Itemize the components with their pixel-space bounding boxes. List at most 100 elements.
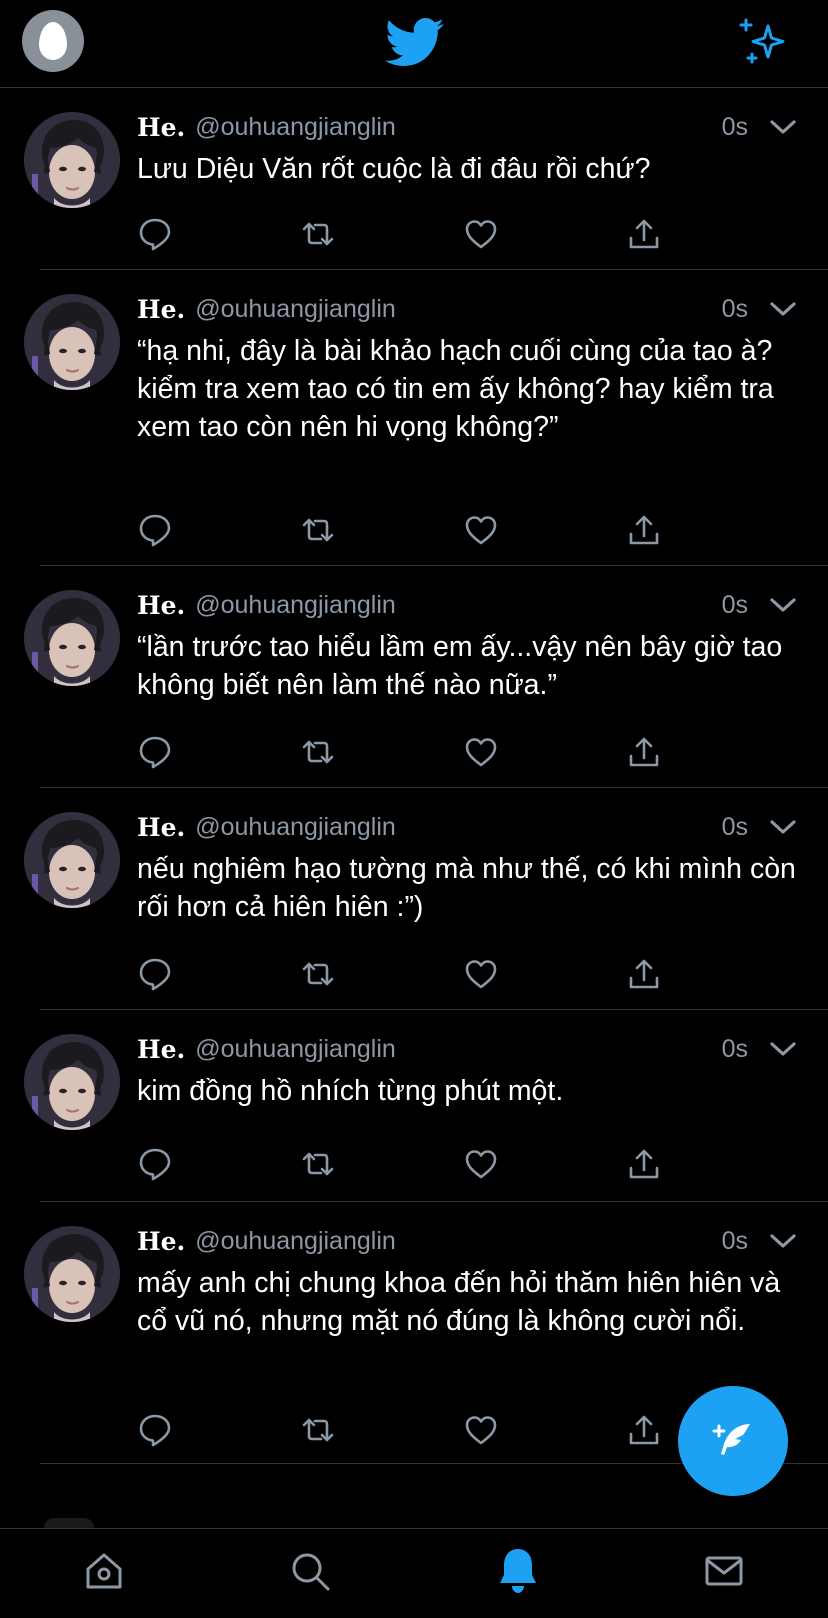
share-button[interactable] [624,214,664,254]
tweet[interactable]: He. @ouhuangjianglin 0s “hạ nhi, đây là … [0,270,828,566]
top-bar [0,0,828,88]
tweet[interactable]: He. @ouhuangjianglin 0s “lần trước tao h… [0,566,828,788]
tweet-text: nếu nghiêm hạo tường mà như thế, có khi … [137,853,804,923]
tweet-header: He. @ouhuangjianglin 0s [137,588,804,622]
like-button[interactable] [461,954,501,994]
share-button[interactable] [624,1410,664,1450]
chevron-down-icon[interactable] [768,593,798,617]
like-button[interactable] [461,510,501,550]
user-handle[interactable]: @ouhuangjianglin [195,295,396,324]
reply-button[interactable] [135,1410,175,1450]
user-handle[interactable]: @ouhuangjianglin [195,813,396,842]
like-button[interactable] [461,214,501,254]
chevron-down-icon[interactable] [768,297,798,321]
tweet-actions [135,1410,695,1450]
bottom-navigation [0,1528,828,1618]
like-icon [465,220,497,249]
display-name[interactable]: He. [137,295,185,324]
user-handle[interactable]: @ouhuangjianglin [195,1035,396,1064]
reply-button[interactable] [135,214,175,254]
user-avatar-image [24,812,120,908]
tweet[interactable]: He. @ouhuangjianglin 0s kim đồng hồ nhíc… [0,1010,828,1202]
sparkle-icon[interactable] [738,16,790,68]
search-icon[interactable] [282,1543,338,1599]
like-icon [465,960,497,989]
retweet-button[interactable] [298,214,338,254]
chevron-down-icon[interactable] [768,1037,798,1061]
tweet-time: 0s [721,112,748,141]
share-button[interactable] [624,954,664,994]
retweet-button[interactable] [298,1144,338,1184]
display-name[interactable]: He. [137,813,185,842]
share-button[interactable] [624,510,664,550]
like-icon [465,516,497,545]
retweet-icon [302,962,334,986]
tweet-header: He. @ouhuangjianglin 0s [137,1032,804,1066]
like-icon [465,738,497,767]
display-name[interactable]: He. [137,113,185,142]
user-avatar[interactable] [24,590,120,686]
home-icon[interactable] [76,1543,132,1599]
user-avatar[interactable] [24,1034,120,1130]
reply-button[interactable] [135,732,175,772]
retweet-icon [302,1152,334,1176]
tweet-header: He. @ouhuangjianglin 0s [137,1224,804,1258]
user-avatar-image [24,294,120,390]
share-button[interactable] [624,732,664,772]
next-tweet-avatar-partial [44,1518,94,1528]
share-icon [629,1149,659,1179]
messages-icon[interactable] [696,1543,752,1599]
share-icon [629,515,659,545]
tweet-header: He. @ouhuangjianglin 0s [137,810,804,844]
reply-button[interactable] [135,510,175,550]
share-button[interactable] [624,1144,664,1184]
like-button[interactable] [461,1410,501,1450]
tweet-actions [135,214,695,254]
compose-tweet-button[interactable] [678,1386,788,1496]
share-icon [629,959,659,989]
chevron-down-icon[interactable] [768,115,798,139]
like-button[interactable] [461,1144,501,1184]
retweet-button[interactable] [298,954,338,994]
profile-avatar-button[interactable] [22,10,84,72]
notifications-icon[interactable] [490,1543,546,1599]
user-handle[interactable]: @ouhuangjianglin [195,1227,396,1256]
tweet[interactable]: He. @ouhuangjianglin 0s Lưu Diệu Văn rốt… [0,88,828,270]
retweet-button[interactable] [298,732,338,772]
like-button[interactable] [461,732,501,772]
twitter-bird-icon [385,18,444,66]
display-name[interactable]: He. [137,1227,185,1256]
like-icon [465,1416,497,1445]
reply-icon [139,218,171,251]
reply-icon [139,958,171,991]
user-avatar[interactable] [24,112,120,208]
tweet-time: 0s [721,1226,748,1255]
tweet-actions [135,732,695,772]
tweet-header: He. @ouhuangjianglin 0s [137,110,804,144]
chevron-down-icon[interactable] [768,1229,798,1253]
user-handle[interactable]: @ouhuangjianglin [195,591,396,620]
reply-icon [139,514,171,547]
tweet-time: 0s [721,590,748,619]
tweet-text: “hạ nhi, đây là bài khảo hạch cuối cùng … [137,335,782,443]
reply-button[interactable] [135,1144,175,1184]
tweet-actions [135,954,695,994]
reply-button[interactable] [135,954,175,994]
retweet-button[interactable] [298,510,338,550]
tweet-time: 0s [721,294,748,323]
tweet-actions [135,510,695,550]
chevron-down-icon[interactable] [768,815,798,839]
tweet[interactable]: He. @ouhuangjianglin 0s nếu nghiêm hạo t… [0,788,828,1010]
tweet-header: He. @ouhuangjianglin 0s [137,292,804,326]
retweet-icon [302,518,334,542]
retweet-button[interactable] [298,1410,338,1450]
user-avatar[interactable] [24,1226,120,1322]
user-avatar[interactable] [24,812,120,908]
tweet-actions [135,1144,695,1184]
user-handle[interactable]: @ouhuangjianglin [195,113,396,142]
display-name[interactable]: He. [137,591,185,620]
tweet-text: kim đồng hồ nhích từng phút một. [137,1075,564,1107]
user-avatar-image [24,1226,120,1322]
user-avatar[interactable] [24,294,120,390]
display-name[interactable]: He. [137,1035,185,1064]
